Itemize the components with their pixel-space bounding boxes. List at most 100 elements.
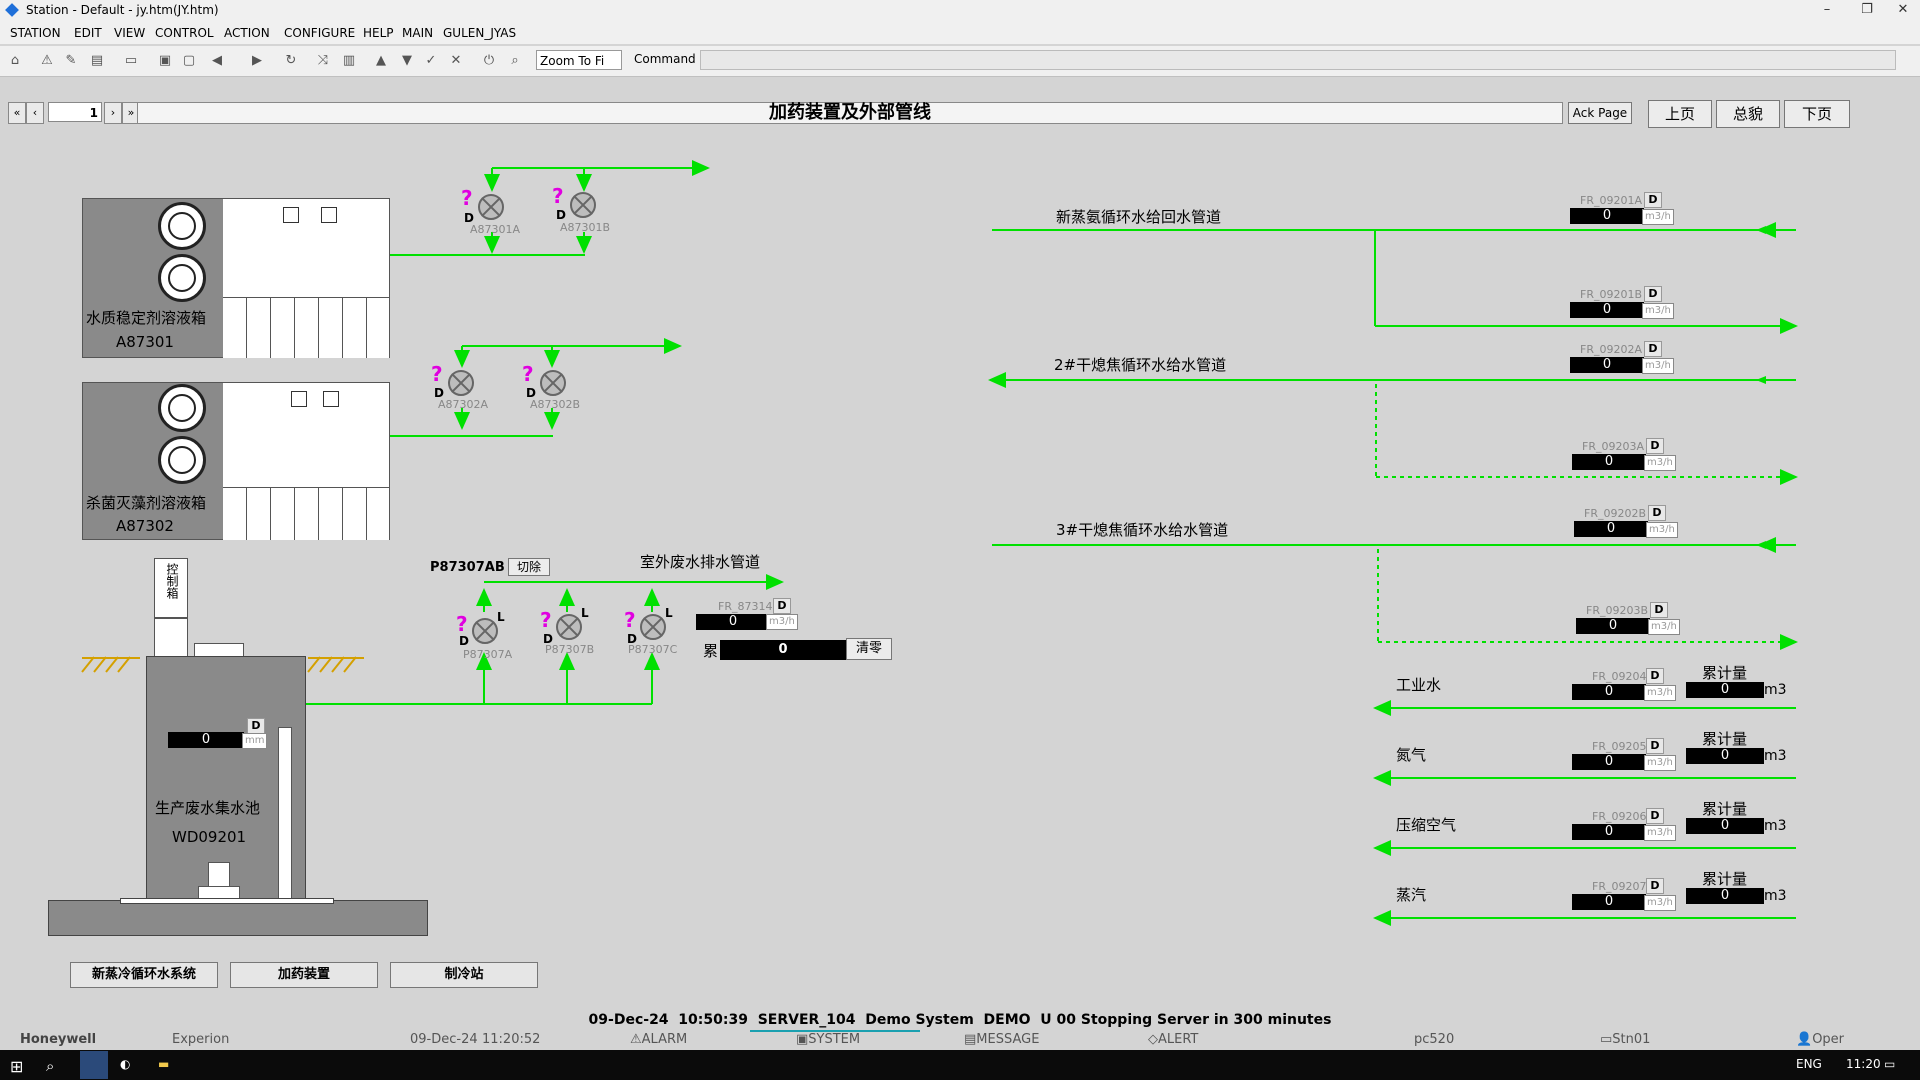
cumulative-value[interactable]: 0 <box>720 640 846 660</box>
control-box-label: 控制箱 <box>165 563 179 599</box>
folder-icon[interactable]: ▬ <box>158 1057 169 1071</box>
flow-tag: FR_09203B <box>1586 604 1649 617</box>
mode-l-badge: L <box>581 606 589 620</box>
fr87314-unit: m3/h <box>766 614 798 630</box>
nav-dosing-button[interactable]: 加药装置 <box>230 962 378 988</box>
system-tab[interactable]: ▣ SYSTEM <box>796 1032 860 1047</box>
search-icon[interactable]: ⌕ <box>46 1057 54 1075</box>
utility-unit: m3/h <box>1644 685 1676 701</box>
question-icon: ? <box>552 184 564 208</box>
brand-logo: Honeywell <box>20 1032 97 1047</box>
utility-total-unit: m3 <box>1764 748 1787 764</box>
tank1-indicator-1[interactable] <box>283 207 299 223</box>
pit-pump <box>208 862 230 888</box>
pump-p87307b[interactable] <box>556 614 582 640</box>
utility-value: 0 <box>1572 824 1646 840</box>
product-name: Experion <box>172 1032 230 1047</box>
station-name: Stn01 <box>1612 1032 1651 1047</box>
pit-level-mode: D <box>247 718 265 734</box>
flow-value: 0 <box>1570 357 1644 373</box>
system-tab-label: SYSTEM <box>808 1032 861 1047</box>
message-tab[interactable]: ▤ MESSAGE <box>964 1032 1039 1047</box>
flow-unit: m3/h <box>1646 522 1678 538</box>
pump-p87307a[interactable] <box>472 618 498 644</box>
question-icon: ? <box>522 362 534 386</box>
question-icon: ? <box>624 608 636 632</box>
station-taskbar-icon[interactable] <box>80 1051 108 1079</box>
utility-total: 0 <box>1686 818 1764 834</box>
message-tab-label: MESSAGE <box>976 1032 1040 1047</box>
reset-button[interactable]: 清零 <box>846 638 892 660</box>
fr87314-value[interactable]: 0 <box>696 614 770 630</box>
pit-level-value[interactable]: 0 <box>168 732 244 748</box>
mode-d-badge: D <box>459 634 469 648</box>
flow-unit: m3/h <box>1642 358 1674 374</box>
utility-tag: FR_09206 <box>1592 810 1647 823</box>
flow-unit: m3/h <box>1644 455 1676 471</box>
pump-a87301a[interactable] <box>478 194 504 220</box>
windows-start-icon[interactable]: ⊞ <box>10 1057 23 1076</box>
fr87314-tag: FR_87314 <box>718 600 773 613</box>
outdoor-pipe-label: 室外废水排水管道 <box>640 553 761 571</box>
nav-cooling-water-button[interactable]: 新蒸冷循环水系统 <box>70 962 218 988</box>
flow-value: 0 <box>1574 521 1648 537</box>
notification-icon[interactable]: ▭ <box>1884 1057 1895 1071</box>
utility-industrial-water[interactable]: 工业水 FR_09204 D 0 m3/h 累计量 0 m3 <box>1396 664 1816 706</box>
pump-a87302b[interactable] <box>540 370 566 396</box>
pump-a87301b-tag: A87301B <box>560 221 611 234</box>
alarm-tab[interactable]: ⚠ ALARM <box>630 1032 687 1047</box>
utility-mode: D <box>1646 878 1664 894</box>
question-icon: ? <box>431 362 443 386</box>
flow-mode: D <box>1646 438 1664 454</box>
control-box[interactable]: 控制箱 <box>154 558 188 618</box>
p87307ab-label: P87307AB <box>430 560 505 575</box>
utility-total-unit: m3 <box>1764 818 1787 834</box>
alert-tab[interactable]: ◇ ALERT <box>1148 1032 1198 1047</box>
cumulative-label: 累 <box>703 642 719 660</box>
tank2-indicator-2[interactable] <box>323 391 339 407</box>
flow-mode: D <box>1650 602 1668 618</box>
utility-value: 0 <box>1572 684 1646 700</box>
flow-value: 0 <box>1570 302 1644 318</box>
tank1-indicator-2[interactable] <box>321 207 337 223</box>
utility-compressed-air[interactable]: 压缩空气 FR_09206 D 0 m3/h 累计量 0 m3 <box>1396 800 1816 846</box>
utility-mode: D <box>1646 808 1664 824</box>
level-gauge <box>278 727 292 901</box>
pit-level-unit: mm <box>242 733 268 749</box>
ground-base <box>48 900 428 936</box>
nav-refrigeration-button[interactable]: 制冷站 <box>390 962 538 988</box>
host-name: pc520 <box>1414 1032 1455 1047</box>
flow-mode: D <box>1648 505 1666 521</box>
utility-tag: FR_09205 <box>1592 740 1647 753</box>
p87307ab-switch-button[interactable]: 切除 <box>508 558 550 576</box>
mixer-1b <box>158 254 206 302</box>
utility-total-label: 累计量 <box>1702 730 1748 748</box>
mode-l-badge: L <box>497 610 505 624</box>
utility-steam[interactable]: 蒸汽 FR_09207 D 0 m3/h 累计量 0 m3 <box>1396 870 1816 916</box>
flow-unit: m3/h <box>1642 209 1674 225</box>
pump-a87301b[interactable] <box>570 192 596 218</box>
flow-tag: FR_09201B <box>1580 288 1643 301</box>
flow-mode: D <box>1644 286 1662 302</box>
utility-value: 0 <box>1572 894 1646 910</box>
tank2-indicator-1[interactable] <box>291 391 307 407</box>
taskbar-clock[interactable]: 11:20 <box>1846 1057 1881 1071</box>
language-indicator[interactable]: ENG <box>1796 1057 1822 1071</box>
status-time: 11:20:52 <box>482 1032 541 1047</box>
tank2-name: 杀菌灭藻剂溶液箱 <box>86 494 207 512</box>
flow-value: 0 <box>1570 208 1644 224</box>
pump-p87307c[interactable] <box>640 614 666 640</box>
tank1-id: A87301 <box>116 333 174 351</box>
question-icon: ? <box>461 186 473 210</box>
flow-tag: FR_09202B <box>1584 507 1647 520</box>
flow-tag: FR_09201A <box>1580 194 1642 207</box>
ground-strip <box>120 898 334 904</box>
utility-unit: m3/h <box>1644 755 1676 771</box>
utility-nitrogen[interactable]: 氮气 FR_09205 D 0 m3/h 累计量 0 m3 <box>1396 730 1816 776</box>
utility-unit: m3/h <box>1644 825 1676 841</box>
pump-a87302a[interactable] <box>448 370 474 396</box>
utility-total: 0 <box>1686 888 1764 904</box>
utility-tag: FR_09207 <box>1592 880 1647 893</box>
pipeline-3-label: 3#干熄焦循环水给水管道 <box>1056 521 1229 539</box>
app-taskbar-icon[interactable]: ◐ <box>120 1057 130 1071</box>
